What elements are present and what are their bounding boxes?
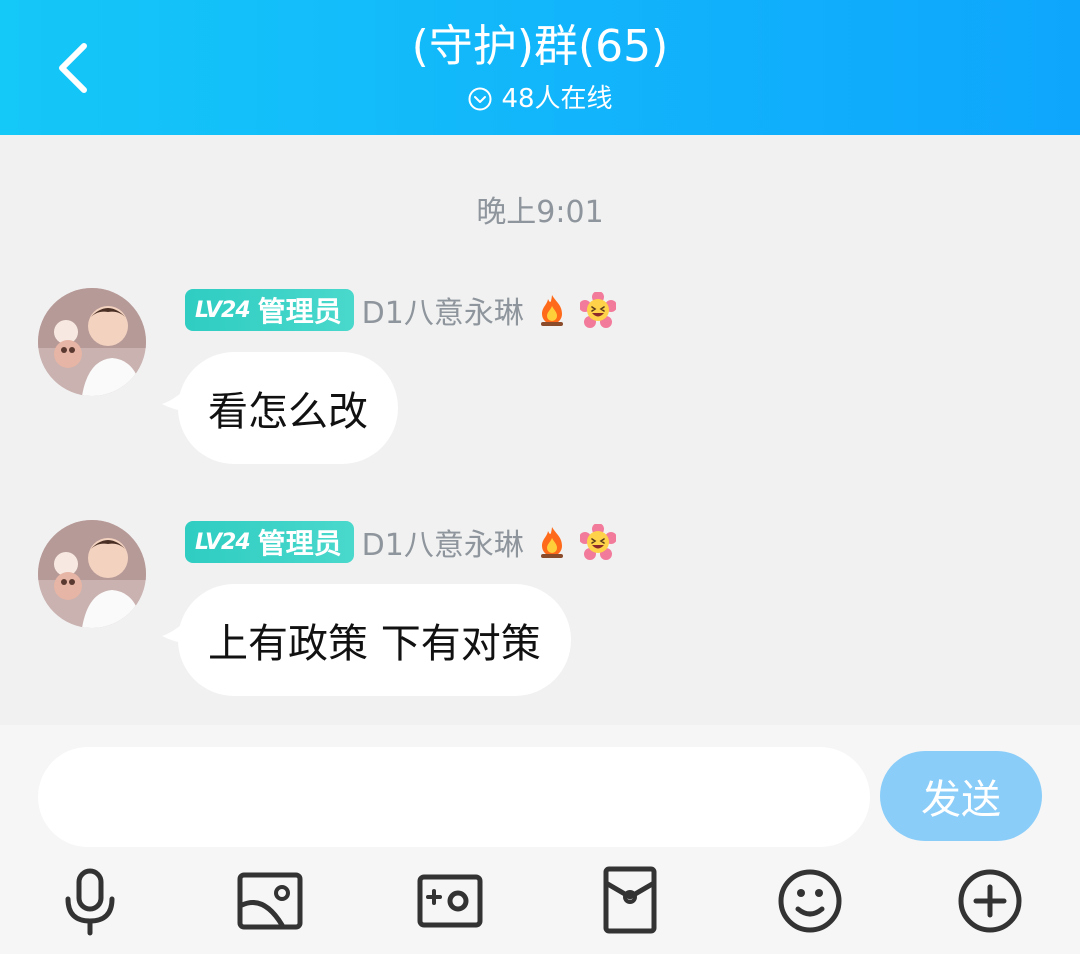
plus-icon [958, 869, 1022, 933]
avatar[interactable] [38, 520, 146, 628]
role-label: 管理员 [257, 295, 342, 328]
camera-button[interactable] [414, 865, 486, 937]
microphone-icon [65, 868, 115, 936]
chat-area: 晚上9:01 LV24 管理员 D1八意永琳 看怎么改 LV24 管理员 D1八… [0, 135, 1080, 725]
image-icon [237, 872, 303, 930]
voice-button[interactable] [54, 865, 126, 937]
level-badge: LV24 管理员 [185, 521, 354, 563]
avatar[interactable] [38, 288, 146, 396]
sender-name[interactable]: D1八意永琳 [362, 288, 524, 332]
red-packet-icon [603, 866, 657, 934]
message-meta: LV24 管理员 D1八意永琳 [185, 288, 616, 332]
online-status[interactable]: 48人在线 [0, 82, 1080, 116]
message-input[interactable] [38, 747, 870, 847]
message-bubble[interactable]: 上有政策 下有对策 [178, 584, 571, 696]
chat-header: (守护)群(65) 48人在线 [0, 0, 1080, 135]
level-label: LV24 [195, 297, 251, 323]
send-button[interactable]: 发送 [880, 751, 1042, 841]
message-timestamp: 晚上9:01 [476, 195, 604, 230]
chevron-down-circle-icon [468, 87, 492, 111]
fire-icon [540, 527, 563, 558]
role-label: 管理员 [257, 527, 342, 560]
laughing-flower-icon [579, 524, 616, 560]
online-count: 48人在线 [501, 84, 613, 114]
message-meta: LV24 管理员 D1八意永琳 [185, 520, 616, 564]
level-badge: LV24 管理员 [185, 289, 354, 331]
composer-bar: 发送 [0, 725, 1080, 954]
red-packet-button[interactable] [594, 865, 666, 937]
emoji-icon [778, 869, 842, 933]
image-button[interactable] [234, 865, 306, 937]
more-button[interactable] [954, 865, 1026, 937]
fire-icon [540, 295, 563, 326]
level-label: LV24 [195, 529, 251, 555]
camera-icon [417, 874, 483, 928]
laughing-flower-icon [579, 292, 616, 328]
emoji-button[interactable] [774, 865, 846, 937]
message-bubble[interactable]: 看怎么改 [178, 352, 398, 464]
group-title[interactable]: (守护)群(65) [0, 18, 1080, 76]
sender-name[interactable]: D1八意永琳 [362, 520, 524, 564]
